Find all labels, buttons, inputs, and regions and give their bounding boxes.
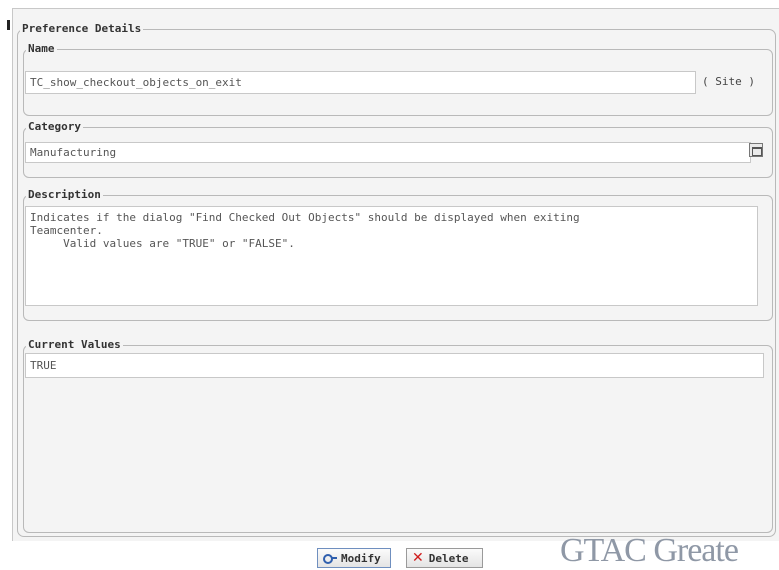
current-values-label: Current Values [28,338,121,351]
category-select-button[interactable] [749,143,763,157]
window-edge-marker [7,20,10,30]
delete-button[interactable]: ✕ Delete [406,548,483,568]
scope-label: ( Site ) [702,75,755,88]
preference-details-panel: Preference Details Name TC_show_checkout… [12,8,779,541]
modify-button[interactable]: Modify [317,548,391,568]
watermark: GTAC Greate [560,532,739,569]
description-text: Indicates if the dialog "Find Checked Ou… [25,206,758,306]
modify-label: Modify [341,551,381,565]
name-field[interactable]: TC_show_checkout_objects_on_exit [25,71,696,94]
delete-label: Delete [428,551,469,565]
name-label: Name [28,42,55,55]
preference-details-title: Preference Details [22,22,142,35]
description-label: Description [28,188,101,201]
select-icon [752,147,762,156]
current-value-field[interactable]: TRUE [25,353,764,378]
delete-x-icon: ✕ [412,550,424,566]
category-label: Category [28,120,81,133]
current-values-list[interactable] [25,378,764,518]
category-field[interactable]: Manufacturing [25,142,751,163]
key-icon [323,553,337,564]
